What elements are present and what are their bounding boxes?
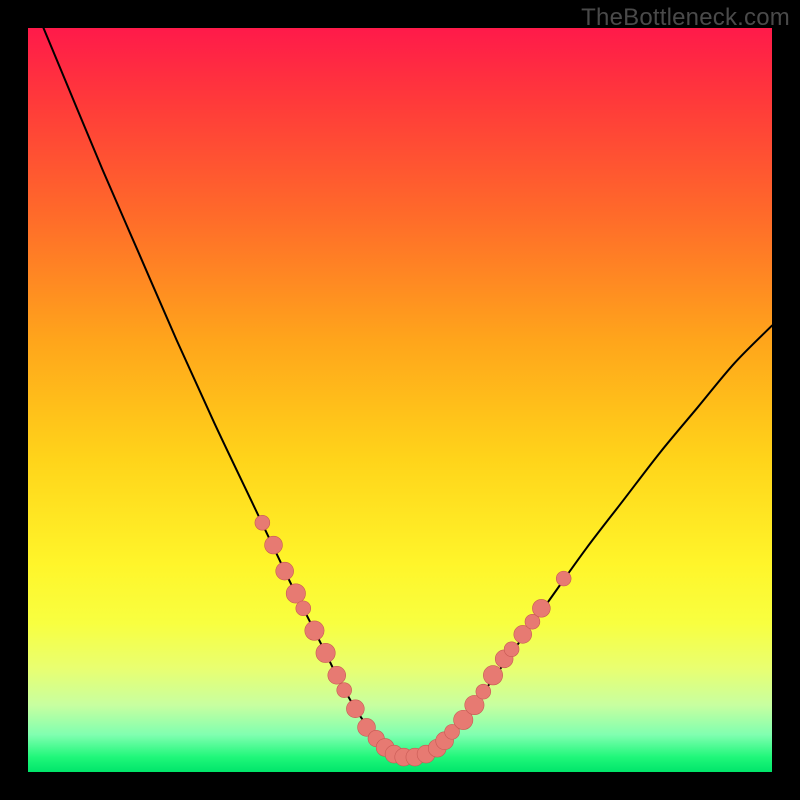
- data-marker: [504, 642, 519, 657]
- data-marker: [286, 584, 305, 603]
- data-marker: [265, 536, 283, 554]
- data-marker: [532, 599, 550, 617]
- data-marker: [556, 571, 571, 586]
- data-marker: [316, 643, 335, 662]
- data-marker: [483, 666, 502, 685]
- marker-group: [255, 515, 571, 766]
- data-marker: [276, 562, 294, 580]
- bottleneck-curve: [28, 0, 772, 758]
- data-marker: [328, 666, 346, 684]
- outer-frame: TheBottleneck.com: [0, 0, 800, 800]
- data-marker: [476, 684, 491, 699]
- plot-area: [28, 28, 772, 772]
- data-marker: [337, 683, 352, 698]
- data-marker: [296, 601, 311, 616]
- data-marker: [255, 515, 270, 530]
- watermark-text: TheBottleneck.com: [581, 4, 790, 32]
- data-marker: [346, 700, 364, 718]
- chart-svg: [28, 28, 772, 772]
- data-marker: [305, 621, 324, 640]
